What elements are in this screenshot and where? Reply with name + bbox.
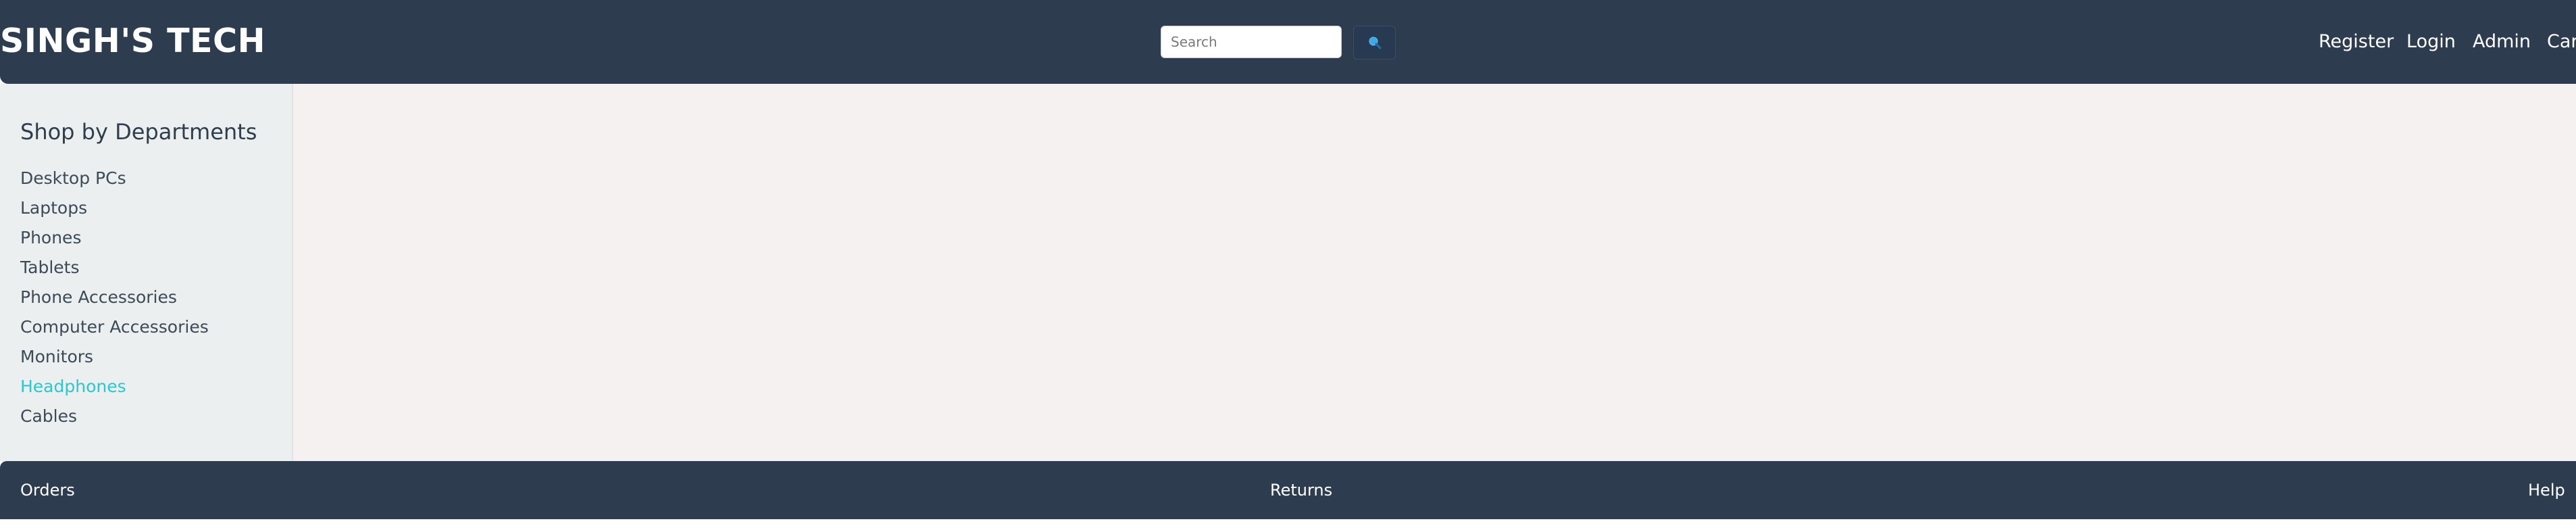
register-link[interactable]: Register bbox=[2319, 26, 2394, 58]
department-item-headphones[interactable]: Headphones bbox=[20, 372, 209, 402]
top-navbar: SINGH'S TECH Register Login Admin Car bbox=[0, 0, 2576, 84]
footer-help-link[interactable]: Help bbox=[2528, 461, 2565, 519]
admin-link[interactable]: Admin bbox=[2473, 26, 2531, 58]
department-item-cables[interactable]: Cables bbox=[20, 402, 209, 431]
login-link[interactable]: Login bbox=[2406, 26, 2456, 58]
sidebar-title: Shop by Departments bbox=[20, 119, 257, 145]
department-list: Desktop PCs Laptops Phones Tablets Phone… bbox=[20, 164, 209, 431]
footer-returns-link[interactable]: Returns bbox=[1270, 461, 1332, 519]
main-content bbox=[293, 84, 2576, 461]
search-button[interactable] bbox=[1353, 26, 1396, 59]
footer-orders-link[interactable]: Orders bbox=[20, 461, 75, 519]
search-icon bbox=[1369, 37, 1381, 49]
page: SINGH'S TECH Register Login Admin Car Sh… bbox=[0, 0, 2576, 528]
footer: Orders Returns Help bbox=[0, 461, 2576, 519]
department-item-tablets[interactable]: Tablets bbox=[20, 253, 209, 283]
brand-logo[interactable]: SINGH'S TECH bbox=[0, 19, 266, 64]
search-input[interactable] bbox=[1161, 26, 1342, 58]
department-item-computer-accessories[interactable]: Computer Accessories bbox=[20, 312, 209, 342]
cart-link[interactable]: Car bbox=[2547, 26, 2576, 58]
department-item-phones[interactable]: Phones bbox=[20, 223, 209, 253]
department-item-desktop-pcs[interactable]: Desktop PCs bbox=[20, 164, 209, 193]
department-sidebar: Shop by Departments Desktop PCs Laptops … bbox=[0, 84, 293, 461]
department-item-phone-accessories[interactable]: Phone Accessories bbox=[20, 283, 209, 312]
department-item-laptops[interactable]: Laptops bbox=[20, 193, 209, 223]
department-item-monitors[interactable]: Monitors bbox=[20, 342, 209, 372]
